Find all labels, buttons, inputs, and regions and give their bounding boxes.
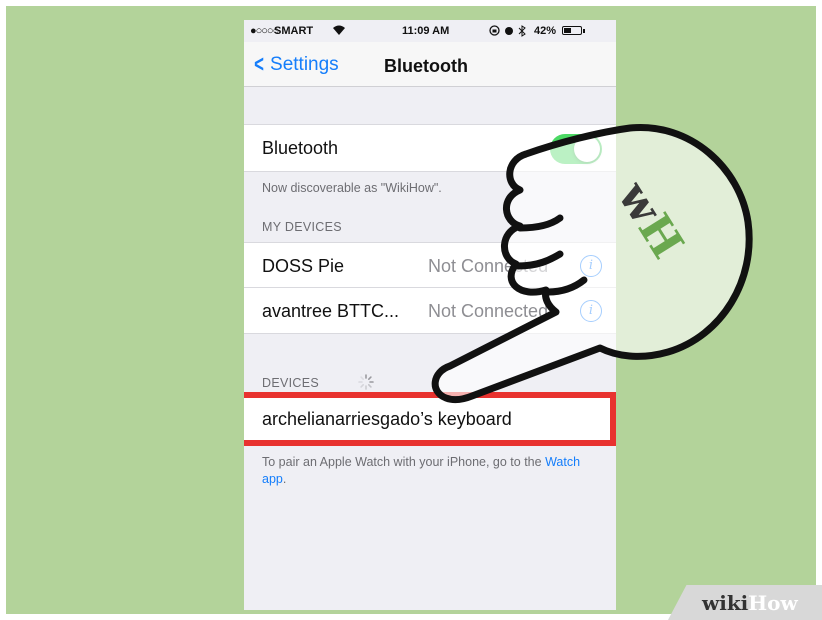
discoverable-text: Now discoverable as "WikiHow". (262, 181, 442, 195)
back-button[interactable]: < Settings (252, 51, 339, 78)
device-name: avantree BTTC... (262, 301, 400, 321)
rotation-lock-icon (489, 25, 500, 39)
page-title: Bluetooth (384, 56, 468, 76)
back-button-label: Settings (270, 54, 339, 75)
device-row-avantree[interactable]: avantree BTTC... Not Connected i (244, 288, 616, 334)
footnote-text: To pair an Apple Watch with your iPhone,… (262, 455, 542, 469)
device-row-doss-pie[interactable]: DOSS Pie Not Connected i (244, 242, 616, 288)
bluetooth-status-icon (518, 25, 526, 40)
footnote-period: . (282, 472, 287, 486)
apple-watch-footnote: To pair an Apple Watch with your iPhone,… (262, 454, 602, 488)
device-name: DOSS Pie (262, 256, 345, 276)
watermark-wiki: wiki (702, 591, 749, 615)
toggle-knob (574, 136, 600, 162)
wikihow-watermark: wikiHow (668, 585, 822, 620)
device-status: Not Connected (428, 301, 549, 321)
device-status: Not Connected (428, 256, 549, 276)
battery-icon (562, 26, 585, 35)
bluetooth-toggle[interactable] (550, 134, 602, 164)
info-icon[interactable]: i (580, 255, 602, 277)
phone-screen: ●○○○○ SMART 11:09 AM 42% < Settings Blue… (244, 20, 616, 610)
status-time: 11:09 AM (402, 25, 450, 37)
navigation-bar: < Settings Bluetooth (244, 42, 616, 87)
bluetooth-row-label: Bluetooth (262, 138, 339, 158)
my-devices-header: MY DEVICES (262, 220, 342, 234)
battery-percentage: 42% (534, 25, 557, 37)
loading-spinner-icon (358, 374, 374, 390)
info-icon[interactable]: i (580, 300, 602, 322)
chevron-left-icon: < (254, 51, 264, 78)
carrier-name: SMART (274, 25, 314, 37)
alarm-icon (504, 25, 514, 39)
devices-header: DEVICES (262, 374, 374, 390)
highlight-box (244, 392, 616, 446)
devices-header-label: DEVICES (262, 376, 319, 390)
bluetooth-toggle-row: Bluetooth (244, 124, 616, 172)
status-bar: ●○○○○ SMART 11:09 AM 42% (244, 20, 616, 42)
watermark-how: How (748, 591, 798, 615)
wifi-icon (332, 25, 346, 39)
